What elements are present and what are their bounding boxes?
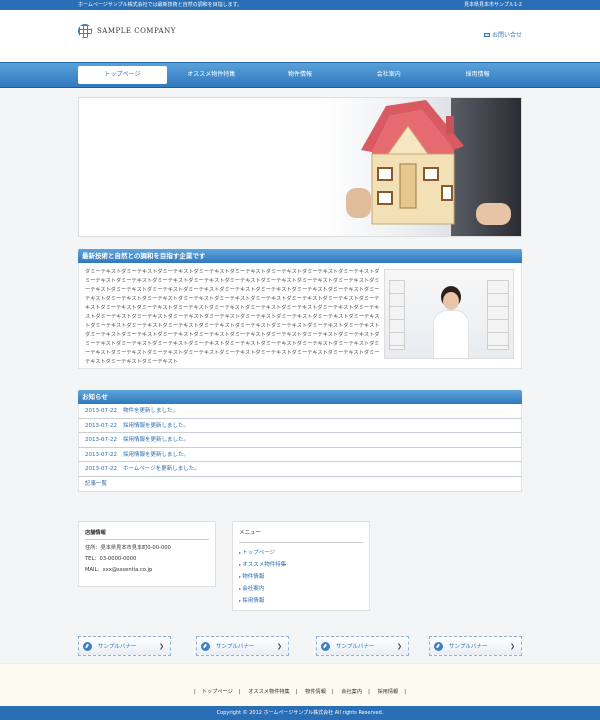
top-address: 見本県見本市サンプル1-2 (463, 2, 522, 8)
header: SAMPLE COMPANY お問い合せ (0, 10, 600, 62)
menu-item-properties[interactable]: 物件情報 (239, 571, 363, 583)
news-text: 採用情報を更新しました。 (122, 437, 189, 443)
nav-item-company[interactable]: 会社案内 (344, 66, 433, 84)
menu-item-company[interactable]: 会社案内 (239, 583, 363, 595)
pen-icon (434, 641, 443, 651)
news-date: 2013-07-22 (85, 422, 117, 429)
hero-image (78, 97, 522, 237)
footer-link-recruit[interactable]: 採用情報 (377, 689, 398, 695)
pen-icon (201, 641, 210, 651)
nav-item-featured[interactable]: オススメ物件特集 (167, 66, 256, 84)
banner-label: サンプルバナー (216, 644, 255, 650)
store-mail: MAIL：xxx@sssentia.co.jp (85, 567, 153, 573)
contact-link[interactable]: お問い合せ (483, 30, 522, 39)
intro-section: 最新技術と自然との調和を目指す企業です ダミーテキストダミーテキストダミーテキス… (78, 249, 522, 369)
footer-link-top[interactable]: トップページ (202, 689, 233, 695)
news-item[interactable]: 2013-07-22 ホームページを更新しました。 (79, 462, 521, 477)
contact-label: お問い合せ (491, 32, 522, 39)
sample-banner[interactable]: サンプルバナー ❯ (78, 636, 171, 656)
news-date: 2013-07-22 (85, 451, 117, 458)
news-date: 2013-07-22 (85, 408, 117, 414)
logo[interactable]: SAMPLE COMPANY (78, 24, 176, 38)
menu-item-featured[interactable]: オススメ物件特集 (239, 559, 363, 571)
hand (346, 188, 371, 218)
hand (476, 203, 511, 225)
global-nav: トップページ オススメ物件特集 物件情報 会社案内 採用情報 (78, 66, 522, 84)
footer-link-properties[interactable]: 物件情報 (305, 689, 326, 695)
house-model-image (361, 100, 464, 225)
news-section: お知らせ 2013-07-22 物件を更新しました。 2013-07-22 採用情報… (78, 390, 522, 500)
store-tel: TEL：03-0000-0000 (85, 556, 137, 562)
side-menu: メニュー トップページ オススメ物件特集 物件情報 会社案内 採用情報 (232, 521, 370, 611)
chevron-right-icon: ❯ (158, 642, 164, 650)
pen-icon (321, 641, 330, 651)
pen-icon (83, 641, 92, 651)
footer: | トップページ | オススメ物件特集 | 物件情報 | 会社案内 | 採用情報 | (0, 663, 600, 706)
nav-item-recruit[interactable]: 採用情報 (433, 66, 522, 84)
news-text: ホームページを更新しました。 (122, 466, 200, 472)
chevron-right-icon: ❯ (276, 642, 282, 650)
news-date: 2013-07-22 (85, 437, 117, 443)
footer-link-featured[interactable]: オススメ物件特集 (248, 689, 290, 695)
banner-label: サンプルバナー (98, 644, 137, 650)
sample-banner[interactable]: サンプルバナー ❯ (429, 636, 522, 656)
logo-icon (78, 24, 92, 38)
news-all-link[interactable]: 記事一覧 (79, 477, 521, 492)
news-text: 採用情報を更新しました。 (122, 422, 189, 429)
intro-title: 最新技術と自然との調和を目指す企業です (78, 249, 522, 263)
intro-text: ダミーテキストダミーテキストダミーテキストダミーテキストダミーテキストダミーテキ… (85, 269, 380, 365)
news-title: お知らせ (78, 390, 522, 404)
top-bar: ホームページサンプル株式会社では最新技術と自然の調和を目指します。 見本県見本市… (0, 0, 600, 10)
woman-photo (384, 269, 514, 359)
nav-item-top[interactable]: トップページ (78, 66, 167, 84)
news-text: 物件を更新しました。 (122, 408, 178, 414)
copyright: Copyright © 2012 ホームページサンプル株式会社 All righ… (0, 706, 600, 720)
chevron-right-icon: ❯ (509, 642, 515, 650)
news-date: 2013-07-22 (85, 466, 117, 472)
sample-banner[interactable]: サンプルバナー ❯ (316, 636, 409, 656)
logo-text: SAMPLE COMPANY (97, 27, 176, 35)
banner-row: サンプルバナー ❯ サンプルバナー ❯ サンプルバナー ❯ サンプルバナー ❯ (78, 636, 522, 656)
news-item[interactable]: 2013-07-22 採用情報を更新しました。 (79, 448, 521, 462)
page: ホームページサンプル株式会社では最新技術と自然の調和を目指します。 見本県見本市… (0, 0, 600, 720)
global-nav-bar: トップページ オススメ物件特集 物件情報 会社案内 採用情報 (0, 62, 600, 88)
top-tagline: ホームページサンプル株式会社では最新技術と自然の調和を目指します。 (78, 2, 243, 8)
mail-icon (483, 32, 490, 37)
store-address: 住所：見本県見本市見本町0-00-000 (85, 545, 171, 551)
nav-item-properties[interactable]: 物件情報 (256, 66, 345, 84)
menu-item-top[interactable]: トップページ (239, 547, 363, 559)
footer-link-company[interactable]: 会社案内 (341, 689, 362, 695)
banner-label: サンプルバナー (449, 644, 488, 650)
chevron-right-icon: ❯ (396, 642, 402, 650)
news-item[interactable]: 2013-07-22 物件を更新しました。 (79, 404, 521, 419)
news-item[interactable]: 2013-07-22 採用情報を更新しました。 (79, 433, 521, 448)
menu-item-recruit[interactable]: 採用情報 (239, 595, 363, 607)
sample-banner[interactable]: サンプルバナー ❯ (196, 636, 289, 656)
intro-body: ダミーテキストダミーテキストダミーテキストダミーテキストダミーテキストダミーテキ… (78, 263, 522, 369)
news-list: 2013-07-22 物件を更新しました。 2013-07-22 採用情報を更新しま… (78, 404, 522, 492)
store-info-title: 店舗情報 (85, 528, 209, 540)
footer-links: | トップページ | オススメ物件特集 | 物件情報 | 会社案内 | 採用情報 | (194, 689, 406, 695)
store-info: 店舗情報 住所：見本県見本市見本町0-00-000 TEL：03-0000-00… (78, 521, 216, 587)
news-item[interactable]: 2013-07-22 採用情報を更新しました。 (79, 419, 521, 433)
banner-label: サンプルバナー (336, 644, 375, 650)
menu-title: メニュー (239, 528, 363, 543)
news-text: 採用情報を更新しました。 (122, 451, 189, 458)
